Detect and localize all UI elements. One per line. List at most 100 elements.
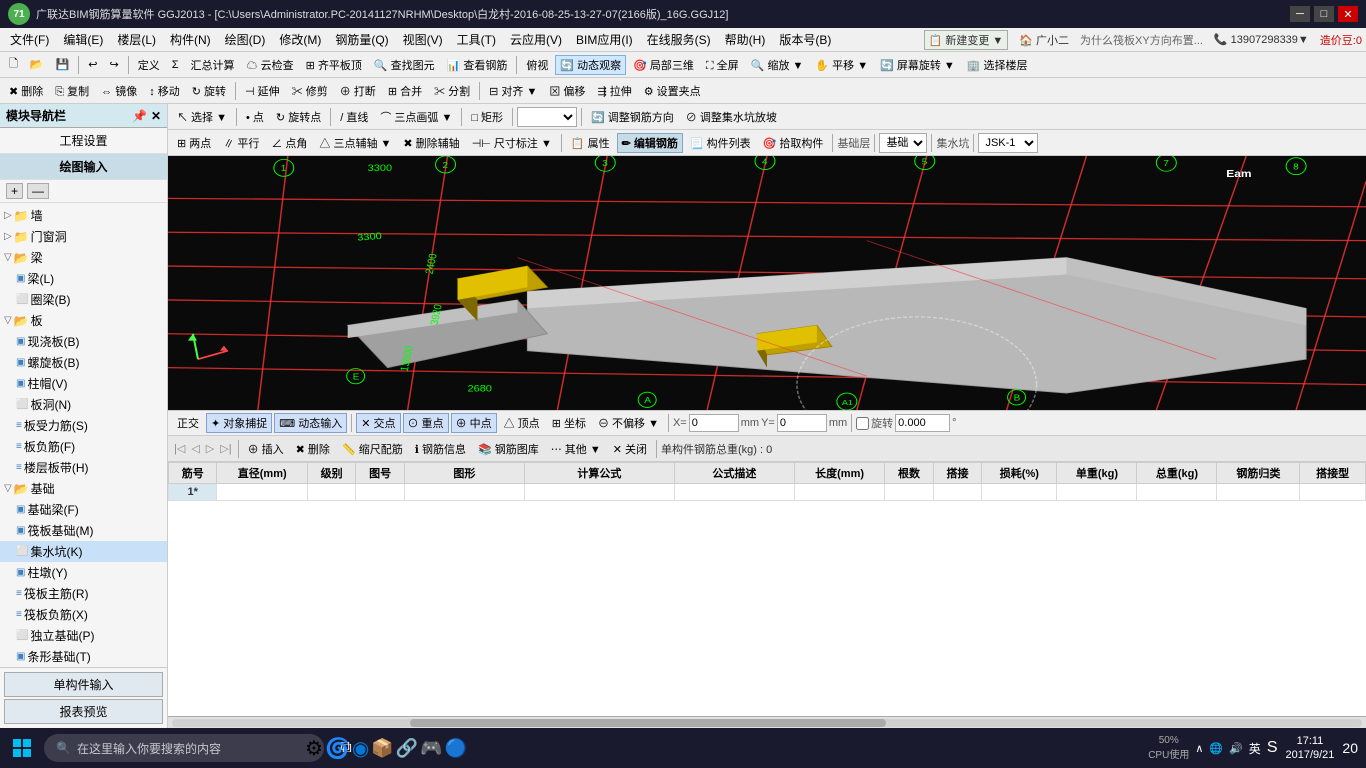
tb-zoom-btn[interactable]: 🔍 缩放 ▼ bbox=[746, 55, 809, 75]
ime-icon[interactable]: S bbox=[1267, 739, 1278, 757]
tree-item-strip-found[interactable]: ▣条形基础(T) bbox=[0, 646, 167, 667]
tb-select-floor-btn[interactable]: 🏢 选择楼层 bbox=[962, 55, 1033, 75]
nav-pin-btn[interactable]: 📌 bbox=[132, 109, 147, 123]
scale-rebar-btn[interactable]: 📏 缩尺配筋 bbox=[337, 439, 408, 459]
remove-component-btn[interactable]: — bbox=[27, 183, 49, 199]
nav-next-btn[interactable]: ▷ bbox=[204, 442, 216, 455]
tb-split-btn[interactable]: ✂ 分割 bbox=[429, 81, 475, 101]
menu-rebar-qty[interactable]: 钢筋量(Q) bbox=[329, 29, 394, 50]
tree-item-slab[interactable]: ▽📂板 bbox=[0, 310, 167, 331]
tree-item-raft[interactable]: ▣筏板基础(M) bbox=[0, 520, 167, 541]
tb-align-btn[interactable]: ⊟ 对齐 ▼ bbox=[484, 81, 542, 101]
tree-item-raft-main-rebar[interactable]: ≡筏板主筋(R) bbox=[0, 583, 167, 604]
tb-redo-btn[interactable]: ↪ bbox=[104, 56, 123, 73]
minimize-button[interactable]: ─ bbox=[1290, 6, 1310, 22]
delete-rebar-btn[interactable]: ✖ 删除 bbox=[291, 439, 335, 459]
menu-tools[interactable]: 工具(T) bbox=[451, 29, 502, 50]
midpoint-btn[interactable]: ⊕ 中点 bbox=[451, 413, 497, 433]
tb-find-btn[interactable]: 🔍 查找图元 bbox=[369, 55, 440, 75]
tree-item-spiral-slab[interactable]: ▣螺旋板(B) bbox=[0, 352, 167, 373]
menu-file[interactable]: 文件(F) bbox=[4, 29, 55, 50]
tree-item-neg-rebar[interactable]: ≡板负筋(F) bbox=[0, 436, 167, 457]
tb-break-btn[interactable]: ⊕ 打断 bbox=[335, 81, 381, 101]
tb-pick-component-btn[interactable]: 🎯 拾取构件 bbox=[758, 133, 829, 153]
no-offset-btn[interactable]: ⊖ 不偏移 ▼ bbox=[593, 413, 664, 433]
rect-mode-btn[interactable]: □ 矩形 bbox=[466, 107, 508, 127]
tb-undo-btn[interactable]: ↩ bbox=[83, 56, 102, 73]
project-settings-btn[interactable]: 工程设置 bbox=[0, 128, 167, 154]
tree-item-beam-l[interactable]: ▣梁(L) bbox=[0, 268, 167, 289]
menu-edit[interactable]: 编辑(E) bbox=[57, 29, 109, 50]
menu-component[interactable]: 构件(N) bbox=[164, 29, 217, 50]
orthogonal-btn[interactable]: 正交 bbox=[172, 413, 204, 433]
phone-btn[interactable]: 📞 13907298339▼ bbox=[1209, 31, 1314, 48]
nav-last-btn[interactable]: ▷| bbox=[218, 442, 233, 455]
line-mode-btn[interactable]: / 直线 bbox=[335, 107, 373, 127]
xiao-er-btn[interactable]: 🏠 广小二 bbox=[1014, 30, 1074, 50]
other-btn[interactable]: ⋯ 其他 ▼ bbox=[546, 439, 606, 459]
horizontal-scrollbar[interactable] bbox=[168, 716, 1366, 728]
taskbar-search[interactable]: 🔍 在这里输入你要搜索的内容 bbox=[44, 734, 324, 762]
lang-indicator[interactable]: 英 bbox=[1249, 740, 1261, 757]
menu-modify[interactable]: 修改(M) bbox=[273, 29, 327, 50]
y-input[interactable] bbox=[777, 414, 827, 432]
tb-component-list-btn[interactable]: 📃 构件列表 bbox=[685, 133, 756, 153]
tree-item-cast-slab[interactable]: ▣现浇板(B) bbox=[0, 331, 167, 352]
select-mode-btn[interactable]: ↖ 选择 ▼ bbox=[172, 107, 232, 127]
tb-offset-btn[interactable]: ⊠ 偏移 bbox=[544, 81, 590, 101]
tree-item-foundation[interactable]: ▽📂基础 bbox=[0, 478, 167, 499]
point-mode-btn[interactable]: • 点 bbox=[241, 107, 269, 127]
menu-version[interactable]: 版本号(B) bbox=[773, 29, 837, 50]
tb-view-rebar-btn[interactable]: 📊 查看钢筋 bbox=[442, 55, 513, 75]
tb-delete-btn[interactable]: ✖ 删除 bbox=[4, 81, 48, 101]
restore-button[interactable]: □ bbox=[1314, 6, 1334, 22]
table-row[interactable]: 1* bbox=[169, 484, 1366, 501]
tree-item-col-pier[interactable]: ▣柱墩(Y) bbox=[0, 562, 167, 583]
tb-property-btn[interactable]: 📋 属性 bbox=[566, 133, 615, 153]
tb-two-point-btn[interactable]: ⊞ 两点 bbox=[172, 133, 216, 153]
tree-item-door[interactable]: ▷📁门窗洞 bbox=[0, 226, 167, 247]
tb-new-btn[interactable]: 🗋 bbox=[4, 53, 23, 76]
tb-fullscreen-btn[interactable]: ⛶ 全屏 bbox=[701, 55, 744, 75]
tb-dynamic-observe-btn[interactable]: 🔄 动态观察 bbox=[555, 55, 626, 75]
tree-item-raft-neg-rebar[interactable]: ≡筏板负筋(X) bbox=[0, 604, 167, 625]
tree-item-floor-band[interactable]: ≡楼层板带(H) bbox=[0, 457, 167, 478]
tb-extend-btn[interactable]: ⊣ 延伸 bbox=[240, 81, 285, 101]
tb-merge-btn[interactable]: ⊞ 合并 bbox=[383, 81, 427, 101]
tb-copy-btn[interactable]: ⎘ 复制 bbox=[50, 81, 94, 101]
tb-grip-btn[interactable]: ⚙ 设置夹点 bbox=[639, 81, 706, 101]
intersection-btn[interactable]: ✕ 交点 bbox=[356, 413, 400, 433]
3d-viewport[interactable]: 3300 3300 2400 3920 13600 2680 1 2 3 4 5… bbox=[168, 156, 1366, 410]
nav-first-btn[interactable]: |◁ bbox=[172, 442, 187, 455]
adjust-sink-btn[interactable]: ⊘ 调整集水坑放坡 bbox=[681, 107, 782, 127]
new-change-btn[interactable]: 📋 新建变更 ▼ bbox=[924, 30, 1009, 50]
pit-selector[interactable]: JSK-1 bbox=[978, 133, 1038, 153]
center-btn[interactable]: ⊙ 重点 bbox=[403, 413, 449, 433]
tree-item-ring-beam[interactable]: ⬜圈梁(B) bbox=[0, 289, 167, 310]
tb-del-aux-btn[interactable]: ✖ 删除辅轴 bbox=[398, 133, 464, 153]
tree-item-slab-hole[interactable]: ⬜板洞(N) bbox=[0, 394, 167, 415]
tree-item-column-cap[interactable]: ▣柱帽(V) bbox=[0, 373, 167, 394]
tb-cloud-check-btn[interactable]: ☁ 云检查 bbox=[242, 55, 299, 75]
tree-item-wall[interactable]: ▷📁墙 bbox=[0, 205, 167, 226]
menu-cloud[interactable]: 云应用(V) bbox=[504, 29, 568, 50]
time-block[interactable]: 17:11 2017/9/21 bbox=[1285, 734, 1334, 763]
rebar-library-btn[interactable]: 📚 钢筋图库 bbox=[473, 439, 544, 459]
tb-open-btn[interactable]: 📂 bbox=[25, 56, 49, 73]
tree-item-beam[interactable]: ▽📂梁 bbox=[0, 247, 167, 268]
rotate-input[interactable] bbox=[895, 414, 950, 432]
menu-floor[interactable]: 楼层(L) bbox=[111, 29, 162, 50]
adjust-rebar-dir-btn[interactable]: 🔄 调整钢筋方向 bbox=[586, 107, 679, 127]
report-preview-btn[interactable]: 报表预览 bbox=[4, 699, 163, 724]
tree-item-pit[interactable]: ⬜集水坑(K) bbox=[0, 541, 167, 562]
tree-item-found-beam[interactable]: ▣基础梁(F) bbox=[0, 499, 167, 520]
taskbar-icon-6[interactable]: 🎮 bbox=[420, 730, 442, 766]
dynamic-input-btn[interactable]: ⌨ 动态输入 bbox=[274, 413, 347, 433]
vertex-btn[interactable]: △ 顶点 bbox=[499, 413, 545, 433]
close-rebar-btn[interactable]: ✕ 关闭 bbox=[608, 439, 652, 459]
tb-point-angle-btn[interactable]: ∠ 点角 bbox=[266, 133, 312, 153]
tb-move-btn[interactable]: ↕ 移动 bbox=[144, 81, 185, 101]
menu-online[interactable]: 在线服务(S) bbox=[641, 29, 717, 50]
taskbar-icon-7[interactable]: 🔵 bbox=[445, 730, 467, 766]
coordinate-btn[interactable]: ⊞ 坐标 bbox=[547, 413, 591, 433]
